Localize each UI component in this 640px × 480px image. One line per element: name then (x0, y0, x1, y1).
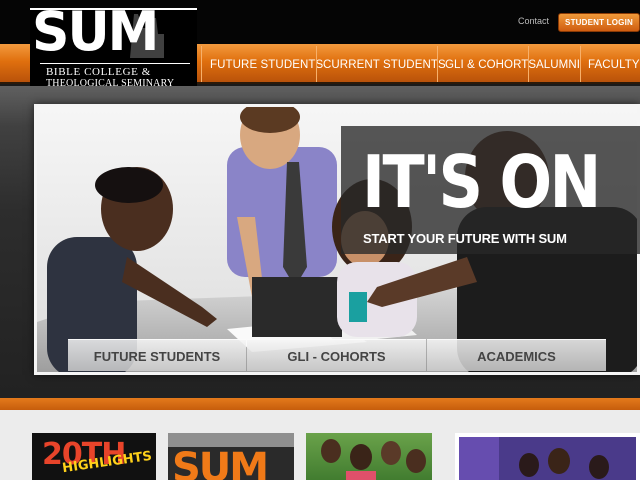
nav-divider (201, 46, 202, 82)
nav-future-students[interactable]: FUTURE STUDENTS (210, 44, 323, 84)
logo-rule (40, 63, 190, 64)
logo-wordmark: SUM (32, 0, 159, 64)
thumbnail-highlights[interactable]: 20TH HIGHLIGHTS (32, 433, 156, 480)
hero-tagline: START YOUR FUTURE WITH SUM (363, 231, 567, 246)
group-photo (321, 439, 426, 480)
nav-divider (528, 46, 529, 82)
thumbnail-sum-wordmark: SUM (172, 445, 269, 480)
nav-divider (580, 46, 581, 82)
nav-faculty[interactable]: FACULTY (588, 44, 640, 84)
site-logo[interactable]: SUM BIBLE COLLEGE & THEOLOGICAL SEMINARY (30, 3, 197, 92)
worship-photo (459, 437, 636, 480)
nav-alumni[interactable]: ALUMNI (536, 44, 580, 84)
hero-button-gli-cohorts[interactable]: GLI - COHORTS (247, 339, 426, 371)
thumbnail-worship-photo[interactable] (455, 433, 640, 480)
thumbnail-sum-logo[interactable]: SUM (168, 433, 294, 480)
student-login-button[interactable]: STUDENT LOGIN (558, 13, 640, 32)
nav-divider (316, 46, 317, 82)
hero-headline: IT'S ON (362, 140, 601, 224)
hero-button-future-students[interactable]: FUTURE STUDENTS (68, 339, 246, 371)
logo-subtitle-1: BIBLE COLLEGE & (46, 66, 151, 78)
nav-gli-cohorts[interactable]: GLI & COHORTS (445, 44, 536, 84)
nav-divider (437, 46, 438, 82)
nav-current-students[interactable]: CURRENT STUDENTS (323, 44, 446, 84)
thumbnail-group-photo[interactable] (306, 433, 432, 480)
contact-link[interactable]: Contact (518, 16, 549, 26)
hero-button-academics[interactable]: ACADEMICS (427, 339, 606, 371)
accent-band (0, 398, 640, 410)
